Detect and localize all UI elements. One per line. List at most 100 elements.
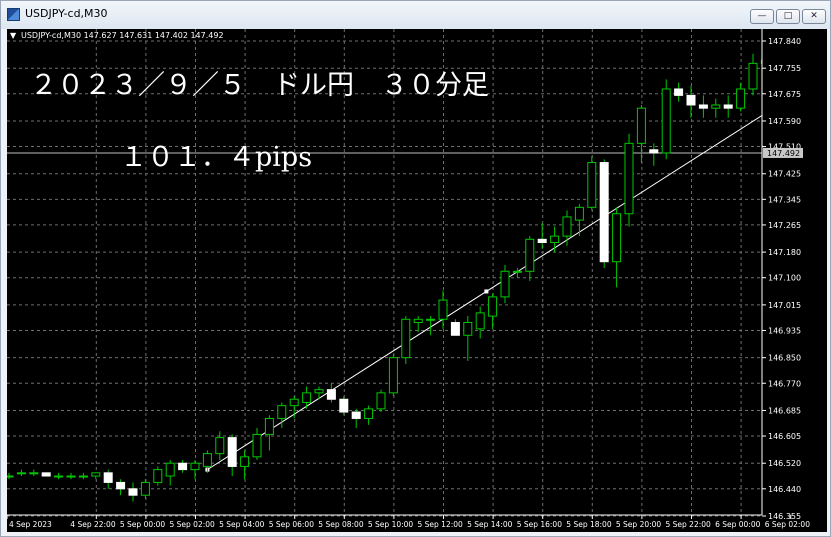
- candle-body: [91, 472, 101, 477]
- candle-body: [698, 104, 708, 109]
- maximize-button[interactable]: □: [776, 9, 800, 24]
- candle-body: [7, 475, 14, 478]
- window-titlebar[interactable]: USDJPY-cd,M30 — □ ✕: [1, 1, 830, 29]
- price-tick-label: 147.675: [768, 90, 801, 99]
- candle-body: [178, 462, 188, 471]
- price-tick-label: 146.850: [768, 354, 801, 363]
- candle-body: [636, 107, 646, 144]
- price-tick-label: 147.015: [768, 301, 801, 310]
- symbol-info-line: USDJPY-cd,M30 147.627 147.631 147.402 14…: [21, 31, 224, 40]
- price-tick-label: 146.605: [768, 432, 801, 441]
- candle-body: [624, 142, 634, 215]
- time-tick-label: 4 Sep 22:00: [70, 520, 116, 529]
- candle-body: [401, 318, 411, 359]
- candle-body: [748, 62, 758, 90]
- time-tick-label: 5 Sep 14:00: [467, 520, 513, 529]
- price-tick-label: 147.100: [768, 274, 801, 283]
- time-tick-label: 5 Sep 00:00: [120, 520, 166, 529]
- candle-body: [302, 392, 312, 403]
- candle-body: [574, 206, 584, 221]
- candle-body: [190, 462, 200, 471]
- candle-body: [240, 456, 250, 467]
- trendline-mid-handle[interactable]: [484, 289, 489, 294]
- time-tick-label: 5 Sep 16:00: [517, 520, 563, 529]
- time-tick-label: 5 Sep 02:00: [170, 520, 216, 529]
- price-tick-label: 147.590: [768, 117, 801, 126]
- price-tick-label: 147.425: [768, 170, 801, 179]
- candle-body: [463, 321, 473, 336]
- chart-menu-arrow-icon[interactable]: ▼: [10, 31, 17, 40]
- candle-body: [686, 94, 696, 106]
- candle-body: [103, 472, 113, 483]
- current-price-label: 147.492: [767, 149, 800, 158]
- close-button[interactable]: ✕: [802, 9, 826, 24]
- price-tick-label: 146.520: [768, 459, 801, 468]
- price-tick-label: 147.345: [768, 195, 801, 204]
- candle-body: [587, 162, 597, 208]
- time-tick-label: 5 Sep 10:00: [368, 520, 414, 529]
- candle-body: [165, 462, 175, 477]
- time-tick-label: 5 Sep 06:00: [269, 520, 315, 529]
- candle-body: [649, 149, 659, 154]
- candle-body: [450, 321, 460, 336]
- price-tick-label: 147.180: [768, 248, 801, 257]
- candle-body: [78, 475, 88, 478]
- candle-body: [41, 472, 51, 477]
- candle-body: [326, 389, 336, 400]
- candle-body: [339, 398, 349, 413]
- candle-body: [202, 453, 212, 467]
- candle-body: [388, 357, 398, 394]
- candle-body: [413, 318, 423, 323]
- candle-body: [376, 392, 386, 410]
- candle-body: [153, 469, 163, 483]
- price-tick-label: 147.265: [768, 221, 801, 230]
- candle-body: [277, 405, 287, 419]
- time-tick-label: 5 Sep 12:00: [418, 520, 464, 529]
- time-tick-label: 4 Sep 2023: [9, 520, 52, 529]
- candle-body: [140, 481, 150, 496]
- chart-app-icon: [7, 8, 20, 21]
- candle-body: [550, 235, 560, 244]
- time-tick-label: 5 Sep 08:00: [318, 520, 364, 529]
- candle-body: [227, 437, 237, 467]
- candle-body: [475, 312, 485, 330]
- candle-body: [512, 270, 522, 273]
- candle-body: [66, 475, 76, 478]
- time-tick-label: 5 Sep 22:00: [666, 520, 712, 529]
- candle-body: [54, 475, 64, 478]
- minimize-button[interactable]: —: [750, 9, 774, 24]
- candle-body: [736, 88, 746, 109]
- time-tick-label: 5 Sep 18:00: [566, 520, 612, 529]
- time-tick-label: 6 Sep 00:00: [715, 520, 761, 529]
- candle-body: [314, 389, 324, 394]
- annotation-title: ２０２３／９／５ ドル円 ３０分足: [30, 70, 489, 101]
- price-tick-label: 146.770: [768, 379, 801, 388]
- chart-window: USDJPY-cd,M30 — □ ✕ 147.840 147.755 147.67…: [0, 0, 831, 537]
- candle-body: [525, 238, 535, 272]
- candle-body: [537, 238, 547, 244]
- candle-body: [723, 104, 733, 109]
- price-chart[interactable]: 147.840147.755147.675147.590147.510147.4…: [7, 29, 827, 532]
- candle-body: [364, 408, 374, 419]
- candle-body: [674, 88, 684, 96]
- price-tick-label: 146.685: [768, 406, 801, 415]
- candle-body: [351, 411, 361, 419]
- time-tick-label: 6 Sep 02:00: [765, 520, 811, 529]
- candle-body: [612, 213, 622, 263]
- price-tick-label: 147.840: [768, 37, 801, 46]
- candle-body: [215, 437, 225, 455]
- candle-body: [128, 488, 138, 496]
- candle-body: [16, 472, 26, 475]
- candle-body: [711, 104, 721, 109]
- candle-body: [599, 162, 609, 263]
- candle-body: [426, 318, 436, 321]
- chart-area[interactable]: 147.840 147.755 147.675 147.590 147.510 147.4…: [7, 29, 827, 532]
- candle-body: [500, 270, 510, 298]
- price-tick-label: 147.755: [768, 64, 801, 73]
- price-tick-label: 146.440: [768, 485, 801, 494]
- price-tick-label: 146.935: [768, 326, 801, 335]
- candle-body: [488, 296, 498, 317]
- time-tick-label: 5 Sep 20:00: [616, 520, 662, 529]
- candle-body: [264, 417, 274, 435]
- candle-body: [438, 299, 448, 320]
